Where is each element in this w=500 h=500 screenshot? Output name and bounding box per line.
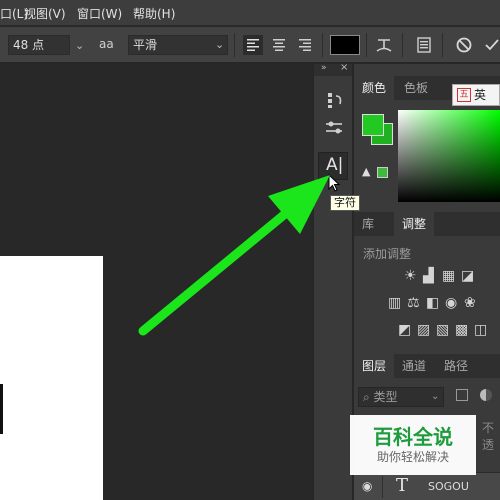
warning-icon: ▲ bbox=[362, 165, 371, 178]
menu-item-view[interactable]: 视图(V) bbox=[24, 5, 66, 22]
posterize-icon[interactable]: ▨ bbox=[417, 322, 430, 338]
divider bbox=[442, 33, 443, 57]
watermark: 百科全说 助你轻松解决 bbox=[350, 415, 476, 475]
adjust-panel-tabs: 库 调整 bbox=[354, 212, 500, 236]
font-size-field[interactable]: 48 点 bbox=[8, 35, 70, 55]
layer-row[interactable]: ◉ T SOGOU bbox=[354, 472, 500, 500]
antialias-icon: aa bbox=[99, 37, 114, 51]
history-icon[interactable] bbox=[320, 88, 348, 112]
text-layer-icon: T bbox=[396, 475, 409, 496]
color-field[interactable] bbox=[398, 110, 500, 202]
tab-channels[interactable]: 通道 bbox=[394, 354, 434, 378]
exposure-icon[interactable]: ◪ bbox=[461, 268, 474, 284]
align-left-icon[interactable] bbox=[243, 35, 263, 55]
channel-mixer-icon[interactable]: ❀ bbox=[464, 295, 476, 311]
gradient-map-icon[interactable]: ◫ bbox=[474, 322, 487, 338]
menu-item-window[interactable]: 窗口(W) bbox=[77, 5, 122, 22]
ime-indicator[interactable]: 五英 bbox=[452, 84, 500, 106]
brush-settings-icon[interactable] bbox=[320, 116, 348, 140]
tab-adjustments[interactable]: 调整 bbox=[394, 212, 435, 236]
menu-bar: 口(L) 视图(V) 窗口(W) 帮助(H) bbox=[0, 0, 500, 26]
foreground-color-swatch[interactable] bbox=[362, 114, 384, 136]
document-canvas[interactable] bbox=[0, 256, 103, 500]
color-balance-icon[interactable]: ⚖ bbox=[407, 295, 420, 311]
gamut-swatch[interactable] bbox=[377, 167, 388, 178]
align-right-icon[interactable] bbox=[295, 35, 315, 55]
expand-icon[interactable]: » bbox=[321, 63, 327, 73]
layer-filter-value: 类型 bbox=[373, 390, 398, 404]
layer-name: SOGOU bbox=[428, 480, 469, 493]
close-icon[interactable]: × bbox=[340, 62, 348, 73]
tab-paths[interactable]: 路径 bbox=[436, 354, 476, 378]
layer-filter-select[interactable]: ⌕ 类型 ⌄ bbox=[358, 387, 444, 407]
divider bbox=[366, 33, 367, 57]
collapsed-panel-strip: » × A| bbox=[313, 62, 353, 500]
tab-swatches[interactable]: 色板 bbox=[396, 76, 436, 100]
text-color-swatch[interactable] bbox=[330, 35, 360, 55]
search-icon: ⌕ bbox=[363, 390, 374, 404]
divider bbox=[382, 476, 383, 498]
tab-libraries[interactable]: 库 bbox=[354, 212, 382, 236]
watermark-title: 百科全说 bbox=[373, 425, 453, 449]
panels-toggle-icon[interactable] bbox=[414, 35, 434, 55]
ime-language: 英 bbox=[474, 88, 487, 102]
curves-icon[interactable]: ▦ bbox=[442, 268, 455, 284]
divider bbox=[402, 33, 403, 57]
eye-icon[interactable]: ◉ bbox=[362, 479, 372, 493]
filter-pixel-icon[interactable] bbox=[456, 389, 468, 401]
levels-icon[interactable]: ▟ bbox=[423, 268, 434, 284]
selective-color-icon[interactable]: ▩ bbox=[455, 322, 468, 338]
tab-layers[interactable]: 图层 bbox=[354, 354, 395, 378]
antialias-value: 平滑 bbox=[133, 38, 158, 52]
commit-check-icon[interactable] bbox=[482, 35, 500, 55]
opacity-label: 不透 bbox=[482, 421, 495, 452]
divider bbox=[234, 33, 235, 57]
strip-header: » × bbox=[314, 62, 352, 76]
align-center-icon[interactable] bbox=[269, 35, 289, 55]
cancel-icon[interactable] bbox=[454, 35, 474, 55]
antialias-select[interactable]: 平滑 ⌄ bbox=[128, 35, 228, 55]
menu-item-help[interactable]: 帮助(H) bbox=[133, 5, 175, 22]
filter-adjustment-icon[interactable] bbox=[480, 389, 492, 401]
black-white-icon[interactable]: ◧ bbox=[426, 295, 439, 311]
brightness-icon[interactable]: ☀ bbox=[404, 268, 417, 284]
font-size-value: 48 点 bbox=[13, 38, 45, 52]
chevron-down-icon: ⌄ bbox=[431, 391, 440, 402]
invert-icon[interactable]: ◩ bbox=[398, 322, 411, 338]
divider bbox=[322, 33, 323, 57]
tooltip: 字符 bbox=[330, 195, 360, 211]
adjust-heading: 添加调整 bbox=[363, 247, 412, 261]
chevron-down-icon[interactable]: ⌄ bbox=[75, 39, 84, 52]
threshold-icon[interactable]: ▧ bbox=[436, 322, 449, 338]
tab-color[interactable]: 颜色 bbox=[354, 76, 395, 100]
vibrance-icon[interactable]: ▥ bbox=[388, 295, 401, 311]
watermark-subtitle: 助你轻松解决 bbox=[376, 450, 449, 464]
text-cursor-glyph bbox=[0, 384, 3, 434]
mouse-cursor-icon bbox=[328, 174, 341, 192]
character-icon: A| bbox=[326, 155, 344, 175]
ime-logo-icon: 五 bbox=[457, 88, 471, 102]
photo-filter-icon[interactable]: ◉ bbox=[445, 295, 457, 311]
options-bar: 48 点 ⌄ aa 平滑 ⌄ bbox=[0, 27, 500, 63]
chevron-down-icon: ⌄ bbox=[215, 38, 225, 51]
layers-panel-tabs: 图层 通道 路径 bbox=[354, 354, 500, 378]
warp-text-icon[interactable] bbox=[374, 35, 394, 55]
